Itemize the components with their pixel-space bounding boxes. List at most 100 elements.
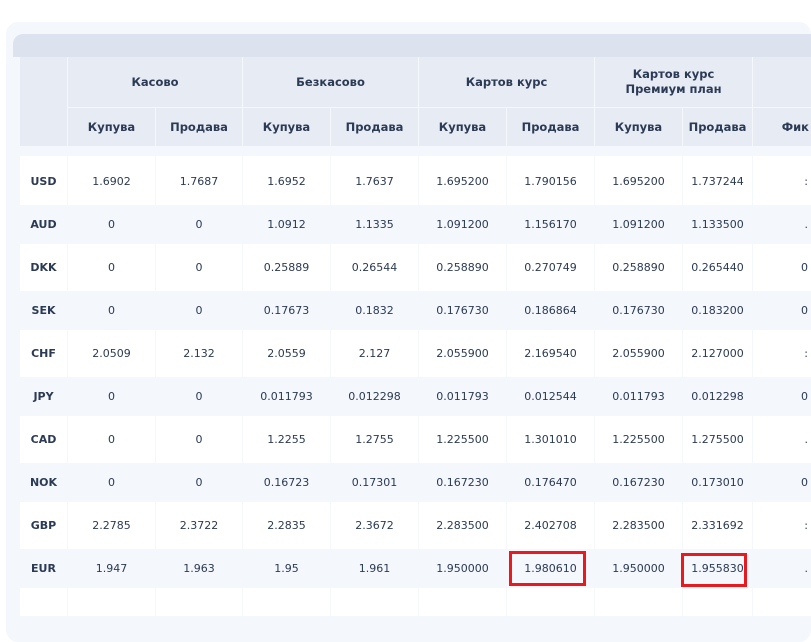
rate-cell: 2.0559 [267, 347, 306, 360]
rate-cell-cutoff: . [804, 562, 809, 575]
rate-cell: 1.950000 [612, 562, 665, 575]
rate-cell: 2.055900 [612, 347, 665, 360]
group-header-cutoff [753, 57, 811, 107]
rate-cell: 1.961 [358, 562, 391, 575]
rate-cell-cutoff: : [804, 347, 808, 360]
rate-cell: 1.091200 [612, 218, 665, 231]
rate-cell: 1.133500 [691, 218, 744, 231]
rate-cell: 2.0509 [92, 347, 131, 360]
rate-cell: 0 [108, 261, 115, 274]
rate-cell: 0 [195, 218, 203, 231]
group-header: Картов курс Премиум план [595, 57, 752, 107]
rate-cell: 1.2255 [267, 433, 306, 446]
rate-cell: 0 [108, 218, 115, 231]
rate-cell: 2.132 [183, 347, 215, 360]
rate-cell: 0 [195, 304, 203, 317]
rate-cell: 1.963 [183, 562, 215, 575]
rate-cell: 0.26544 [351, 261, 398, 274]
rate-cell: 1.2755 [355, 433, 394, 446]
rate-cell: 1.091200 [436, 218, 489, 231]
group-header: Картов курс [419, 57, 594, 107]
rate-cell: 0 [195, 390, 203, 403]
group-header: Касово [68, 57, 242, 107]
rate-cell-cutoff: 0 [801, 476, 808, 489]
currency-code: JPY [33, 390, 54, 403]
column-header-cutoff: Фик [753, 108, 811, 146]
rate-cell: 2.3672 [355, 519, 394, 532]
rate-cell: 2.169540 [524, 347, 577, 360]
column-header: Купува [595, 108, 682, 146]
rate-cell: 0.1832 [355, 304, 394, 317]
rate-cell: 0.17673 [263, 304, 310, 317]
rate-cell: 0.16723 [263, 476, 310, 489]
column-header: Продава [331, 108, 418, 146]
rate-cell: 2.331692 [691, 519, 744, 532]
rate-cell: 1.737244 [691, 175, 744, 188]
currency-code: NOK [29, 476, 58, 489]
currency-code: AUD [30, 218, 57, 231]
rate-cell: 0.183200 [691, 304, 744, 317]
currency-code: CAD [30, 433, 57, 446]
rate-cell: 1.950000 [436, 562, 489, 575]
rate-cell: 2.283500 [612, 519, 665, 532]
rate-cell: 1.156170 [524, 218, 577, 231]
column-header: Купува [419, 108, 506, 146]
rate-cell: 1.6952 [267, 175, 306, 188]
currency-code: SEK [31, 304, 56, 317]
currency-code: GBP [30, 519, 57, 532]
rate-cell: 1.695200 [612, 175, 665, 188]
rate-cell: 0.167230 [612, 476, 665, 489]
rate-cell: 0.270749 [524, 261, 577, 274]
rate-cell: 0 [195, 433, 203, 446]
rate-cell: 0.012544 [524, 390, 577, 403]
rate-cell: 0.176470 [524, 476, 577, 489]
rate-cell: 1.6902 [92, 175, 131, 188]
rate-cell: 0.012298 [691, 390, 744, 403]
rate-cell: 2.283500 [436, 519, 489, 532]
rate-cell: 0.012298 [348, 390, 401, 403]
rate-cell: 1.1335 [355, 218, 394, 231]
currency-code: CHF [31, 347, 56, 360]
currency-code: USD [30, 175, 57, 188]
rate-cell: 1.225500 [612, 433, 665, 446]
highlight-box [509, 551, 586, 586]
rate-cell: 0.176730 [436, 304, 489, 317]
rate-cell: 1.301010 [524, 433, 577, 446]
rate-cell: 2.127000 [691, 347, 744, 360]
highlight-box [681, 553, 747, 587]
rate-cell: 1.0912 [267, 218, 306, 231]
rate-cell: 1.7637 [355, 175, 394, 188]
rate-cell-cutoff: 0 [801, 390, 808, 403]
rate-cell: 0.258890 [612, 261, 665, 274]
rate-cell-cutoff: . [804, 433, 809, 446]
rate-cell: 1.7687 [179, 175, 219, 188]
rate-cell: 2.055900 [436, 347, 489, 360]
rate-cell: 1.225500 [436, 433, 489, 446]
currency-code: DKK [30, 261, 57, 274]
rate-cell: 2.2835 [267, 519, 306, 532]
rate-cell: 0 [108, 390, 115, 403]
rate-cell: 2.2785 [92, 519, 131, 532]
rate-cell: 0 [108, 433, 115, 446]
rate-cell-cutoff: : [804, 175, 808, 188]
group-header: Безкасово [243, 57, 418, 107]
column-header: Продава [683, 108, 752, 146]
rate-cell: 1.947 [95, 562, 128, 575]
rate-cell: 0.011793 [436, 390, 489, 403]
rate-cell: 1.790156 [524, 175, 577, 188]
table-top-bar [13, 34, 811, 57]
rate-cell: 0 [195, 476, 203, 489]
rate-cell: 2.127 [358, 347, 391, 360]
rate-cell: 0.186864 [524, 304, 577, 317]
rate-cell-cutoff: 0 [801, 304, 808, 317]
rate-cell: 0.25889 [263, 261, 310, 274]
rate-cell: 1.695200 [436, 175, 489, 188]
rate-cell: 0 [195, 261, 203, 274]
currency-code: EUR [31, 562, 56, 575]
rate-cell: 0.011793 [260, 390, 313, 403]
column-header: Купува [243, 108, 330, 146]
rate-cell: 0.258890 [436, 261, 489, 274]
rate-cell: 0 [108, 476, 115, 489]
column-header: Продава [156, 108, 242, 146]
rate-cell: 1.275500 [691, 433, 744, 446]
